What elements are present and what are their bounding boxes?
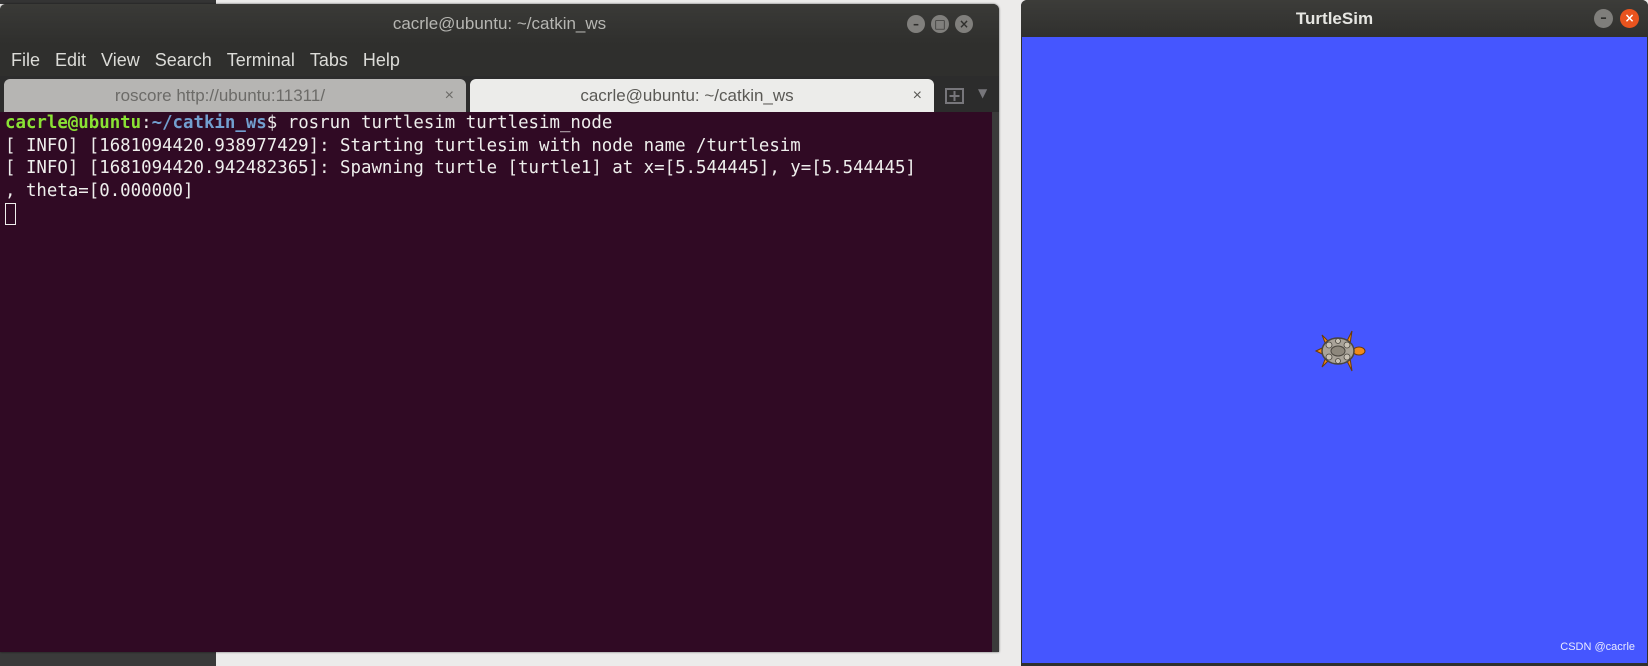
- close-icon[interactable]: ×: [955, 15, 973, 33]
- terminal-titlebar[interactable]: cacrle@ubuntu: ~/catkin_ws – □ ×: [0, 4, 999, 44]
- menu-edit[interactable]: Edit: [55, 50, 86, 71]
- new-tab-icon[interactable]: [944, 84, 966, 106]
- command-text: rosrun turtlesim turtlesim_node: [287, 113, 613, 133]
- tab-label: roscore http://ubuntu:11311/: [114, 86, 326, 105]
- menu-terminal[interactable]: Terminal: [227, 50, 295, 71]
- prompt-path: ~/catkin_ws: [151, 113, 267, 133]
- terminal-window: cacrle@ubuntu: ~/catkin_ws – □ × File Ed…: [0, 4, 999, 652]
- turtlesim-window: TurtleSim – × CSDN @cacrle: [1021, 0, 1648, 666]
- menu-view[interactable]: View: [101, 50, 140, 71]
- terminal-output-area[interactable]: cacrle@ubuntu:~/catkin_ws$ rosrun turtle…: [0, 112, 992, 652]
- prompt-symbol: $: [266, 113, 288, 133]
- output-line: [ INFO] [1681094420.938977429]: Starting…: [5, 135, 801, 156]
- tab-label: cacrle@ubuntu: ~/catkin_ws: [580, 86, 794, 105]
- terminal-text: cacrle@ubuntu:~/catkin_ws$ rosrun turtle…: [5, 112, 916, 225]
- tab-roscore[interactable]: roscore http://ubuntu:11311/ ×: [4, 79, 466, 112]
- close-icon[interactable]: ×: [445, 79, 454, 112]
- text-cursor: [5, 203, 16, 225]
- tab-catkin-ws[interactable]: cacrle@ubuntu: ~/catkin_ws ×: [470, 79, 934, 112]
- close-icon[interactable]: ×: [1620, 9, 1639, 28]
- turtle-icon: [1314, 330, 1366, 372]
- minimize-icon[interactable]: –: [907, 15, 925, 33]
- maximize-icon[interactable]: □: [931, 15, 949, 33]
- dock-strip-bottom: [0, 652, 216, 666]
- prompt-separator: :: [141, 113, 152, 133]
- terminal-scrollbar[interactable]: [992, 112, 999, 652]
- menu-tabs[interactable]: Tabs: [310, 50, 348, 71]
- terminal-menubar: File Edit View Search Terminal Tabs Help: [0, 44, 999, 76]
- output-line: , theta=[0.000000]: [5, 180, 194, 201]
- chevron-down-icon[interactable]: ▼: [978, 86, 987, 100]
- minimize-icon[interactable]: –: [1594, 9, 1613, 28]
- menu-help[interactable]: Help: [363, 50, 400, 71]
- menu-search[interactable]: Search: [155, 50, 212, 71]
- turtlesim-canvas: CSDN @cacrle: [1022, 37, 1647, 663]
- terminal-tabbar: roscore http://ubuntu:11311/ × cacrle@ub…: [0, 76, 999, 112]
- prompt-user: cacrle@ubuntu: [5, 113, 142, 133]
- watermark: CSDN @cacrle: [1560, 641, 1635, 653]
- turtlesim-title: TurtleSim: [1295, 9, 1374, 28]
- turtlesim-titlebar[interactable]: TurtleSim – ×: [1021, 0, 1648, 37]
- close-icon[interactable]: ×: [913, 79, 922, 112]
- terminal-title: cacrle@ubuntu: ~/catkin_ws: [392, 14, 607, 33]
- menu-file[interactable]: File: [11, 50, 40, 71]
- output-line: [ INFO] [1681094420.942482365]: Spawning…: [5, 158, 916, 178]
